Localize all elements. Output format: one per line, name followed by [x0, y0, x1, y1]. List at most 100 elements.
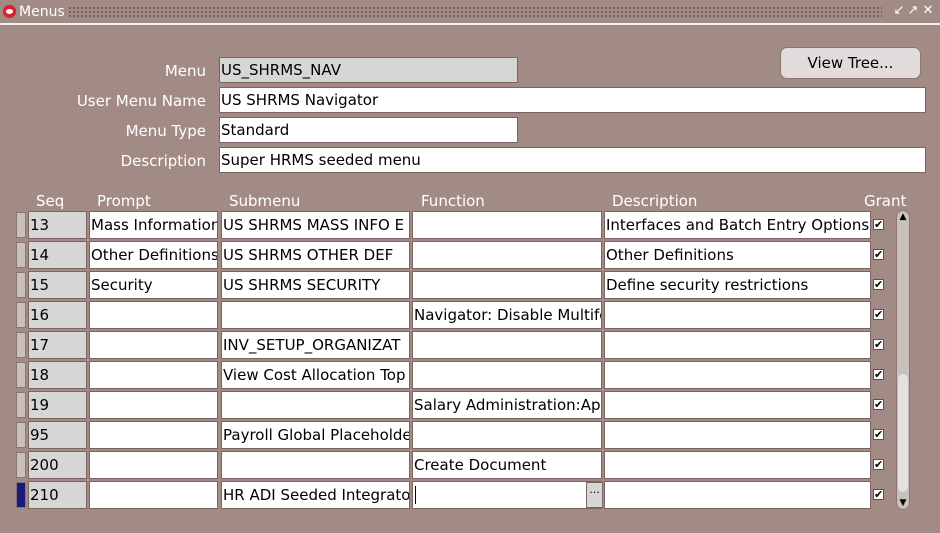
- grant-checkbox[interactable]: ✔: [873, 339, 884, 350]
- grant-checkbox[interactable]: ✔: [873, 429, 884, 440]
- grant-checkbox[interactable]: ✔: [873, 489, 884, 500]
- function-cell[interactable]: [412, 271, 602, 299]
- grant-checkbox[interactable]: ✔: [873, 459, 884, 470]
- table-row: 18 View Cost Allocation Top I ✔: [0, 361, 900, 389]
- submenu-cell[interactable]: INV_SETUP_ORGANIZAT: [221, 331, 410, 359]
- description-cell[interactable]: [604, 481, 871, 509]
- submenu-cell[interactable]: US SHRMS OTHER DEF: [221, 241, 410, 269]
- description-field[interactable]: Super HRMS seeded menu: [219, 147, 926, 173]
- scroll-down-icon[interactable]: ▼: [898, 498, 908, 508]
- submenu-cell[interactable]: HR ADI Seeded Integrator: [221, 481, 410, 509]
- row-indicator[interactable]: [16, 392, 26, 418]
- scrollbar-thumb[interactable]: [898, 374, 908, 492]
- column-header-description: Description: [612, 192, 698, 210]
- function-cell[interactable]: Navigator: Disable Multifor: [412, 301, 602, 329]
- menu-label: Menu: [164, 62, 206, 80]
- prompt-cell[interactable]: Other Definitions: [89, 241, 218, 269]
- user-menu-name-field[interactable]: US SHRMS Navigator: [219, 87, 926, 113]
- submenu-cell[interactable]: [221, 391, 410, 419]
- row-indicator[interactable]: [16, 302, 26, 328]
- description-cell[interactable]: Interfaces and Batch Entry Options: [604, 211, 871, 239]
- prompt-cell[interactable]: [89, 301, 218, 329]
- row-indicator[interactable]: [16, 332, 26, 358]
- view-tree-button[interactable]: View Tree...: [780, 47, 921, 79]
- current-row-indicator[interactable]: [16, 482, 26, 508]
- seq-cell[interactable]: 95: [28, 421, 87, 449]
- seq-cell[interactable]: 17: [28, 331, 87, 359]
- row-indicator[interactable]: [16, 212, 26, 238]
- vertical-scrollbar[interactable]: ▲ ▼: [896, 210, 910, 510]
- menu-type-field[interactable]: Standard: [219, 117, 518, 143]
- column-header-grant: Grant: [864, 192, 907, 210]
- function-cell[interactable]: [412, 241, 602, 269]
- row-indicator[interactable]: [16, 272, 26, 298]
- description-cell[interactable]: Other Definitions: [604, 241, 871, 269]
- prompt-cell[interactable]: Mass Information: [89, 211, 218, 239]
- list-of-values-button[interactable]: ···: [586, 482, 603, 508]
- window-title: Menus: [19, 4, 65, 20]
- minimize-icon[interactable]: ↙: [893, 3, 905, 18]
- grant-checkbox[interactable]: ✔: [873, 249, 884, 260]
- submenu-cell[interactable]: US SHRMS MASS INFO E: [221, 211, 410, 239]
- prompt-cell[interactable]: [89, 451, 218, 479]
- submenu-cell[interactable]: Payroll Global Placeholder: [221, 421, 410, 449]
- prompt-cell[interactable]: [89, 361, 218, 389]
- description-cell[interactable]: [604, 451, 871, 479]
- menu-type-label: Menu Type: [125, 122, 206, 140]
- prompt-cell[interactable]: Security: [89, 271, 218, 299]
- seq-cell[interactable]: 14: [28, 241, 87, 269]
- text-cursor: [415, 486, 416, 504]
- grant-checkbox[interactable]: ✔: [873, 369, 884, 380]
- table-row: 15 Security US SHRMS SECURITY Define sec…: [0, 271, 900, 299]
- seq-cell[interactable]: 210: [28, 481, 87, 509]
- seq-cell[interactable]: 19: [28, 391, 87, 419]
- seq-cell[interactable]: 18: [28, 361, 87, 389]
- function-cell[interactable]: [412, 331, 602, 359]
- description-cell[interactable]: [604, 301, 871, 329]
- menu-field[interactable]: US_SHRMS_NAV: [219, 57, 518, 83]
- scroll-up-icon[interactable]: ▲: [898, 212, 908, 222]
- prompt-cell[interactable]: [89, 331, 218, 359]
- seq-cell[interactable]: 15: [28, 271, 87, 299]
- seq-cell[interactable]: 200: [28, 451, 87, 479]
- column-header-seq: Seq: [36, 192, 65, 210]
- window-title-bar[interactable]: Menus ↙ ↗ ✕: [0, 0, 940, 25]
- description-cell[interactable]: [604, 361, 871, 389]
- function-cell[interactable]: [412, 211, 602, 239]
- grant-checkbox[interactable]: ✔: [873, 219, 884, 230]
- submenu-cell[interactable]: [221, 301, 410, 329]
- row-indicator[interactable]: [16, 362, 26, 388]
- prompt-cell[interactable]: [89, 391, 218, 419]
- seq-cell[interactable]: 13: [28, 211, 87, 239]
- row-indicator[interactable]: [16, 242, 26, 268]
- column-header-function: Function: [421, 192, 485, 210]
- table-row: 210 HR ADI Seeded Integrator ··· ✔: [0, 481, 900, 509]
- grant-checkbox[interactable]: ✔: [873, 309, 884, 320]
- function-cell[interactable]: [412, 361, 602, 389]
- description-cell[interactable]: Define security restrictions: [604, 271, 871, 299]
- grant-checkbox[interactable]: ✔: [873, 399, 884, 410]
- grant-checkbox[interactable]: ✔: [873, 279, 884, 290]
- submenu-cell[interactable]: [221, 451, 410, 479]
- maximize-icon[interactable]: ↗: [907, 3, 919, 18]
- function-cell[interactable]: Salary Administration:App: [412, 391, 602, 419]
- prompt-cell[interactable]: [89, 421, 218, 449]
- table-row: 14 Other Definitions US SHRMS OTHER DEF …: [0, 241, 900, 269]
- function-cell[interactable]: [412, 421, 602, 449]
- submenu-cell[interactable]: US SHRMS SECURITY: [221, 271, 410, 299]
- description-cell[interactable]: [604, 391, 871, 419]
- submenu-cell[interactable]: View Cost Allocation Top I: [221, 361, 410, 389]
- row-indicator[interactable]: [16, 422, 26, 448]
- function-cell[interactable]: Create Document: [412, 451, 602, 479]
- prompt-cell[interactable]: [89, 481, 218, 509]
- row-indicator[interactable]: [16, 452, 26, 478]
- column-header-submenu: Submenu: [229, 192, 301, 210]
- title-bar-pattern: [68, 6, 882, 19]
- description-cell[interactable]: [604, 421, 871, 449]
- seq-cell[interactable]: 16: [28, 301, 87, 329]
- oracle-logo-icon: [3, 5, 16, 18]
- function-cell-active[interactable]: [412, 481, 602, 509]
- table-row: 200 Create Document ✔: [0, 451, 900, 479]
- description-cell[interactable]: [604, 331, 871, 359]
- close-icon[interactable]: ✕: [922, 3, 934, 18]
